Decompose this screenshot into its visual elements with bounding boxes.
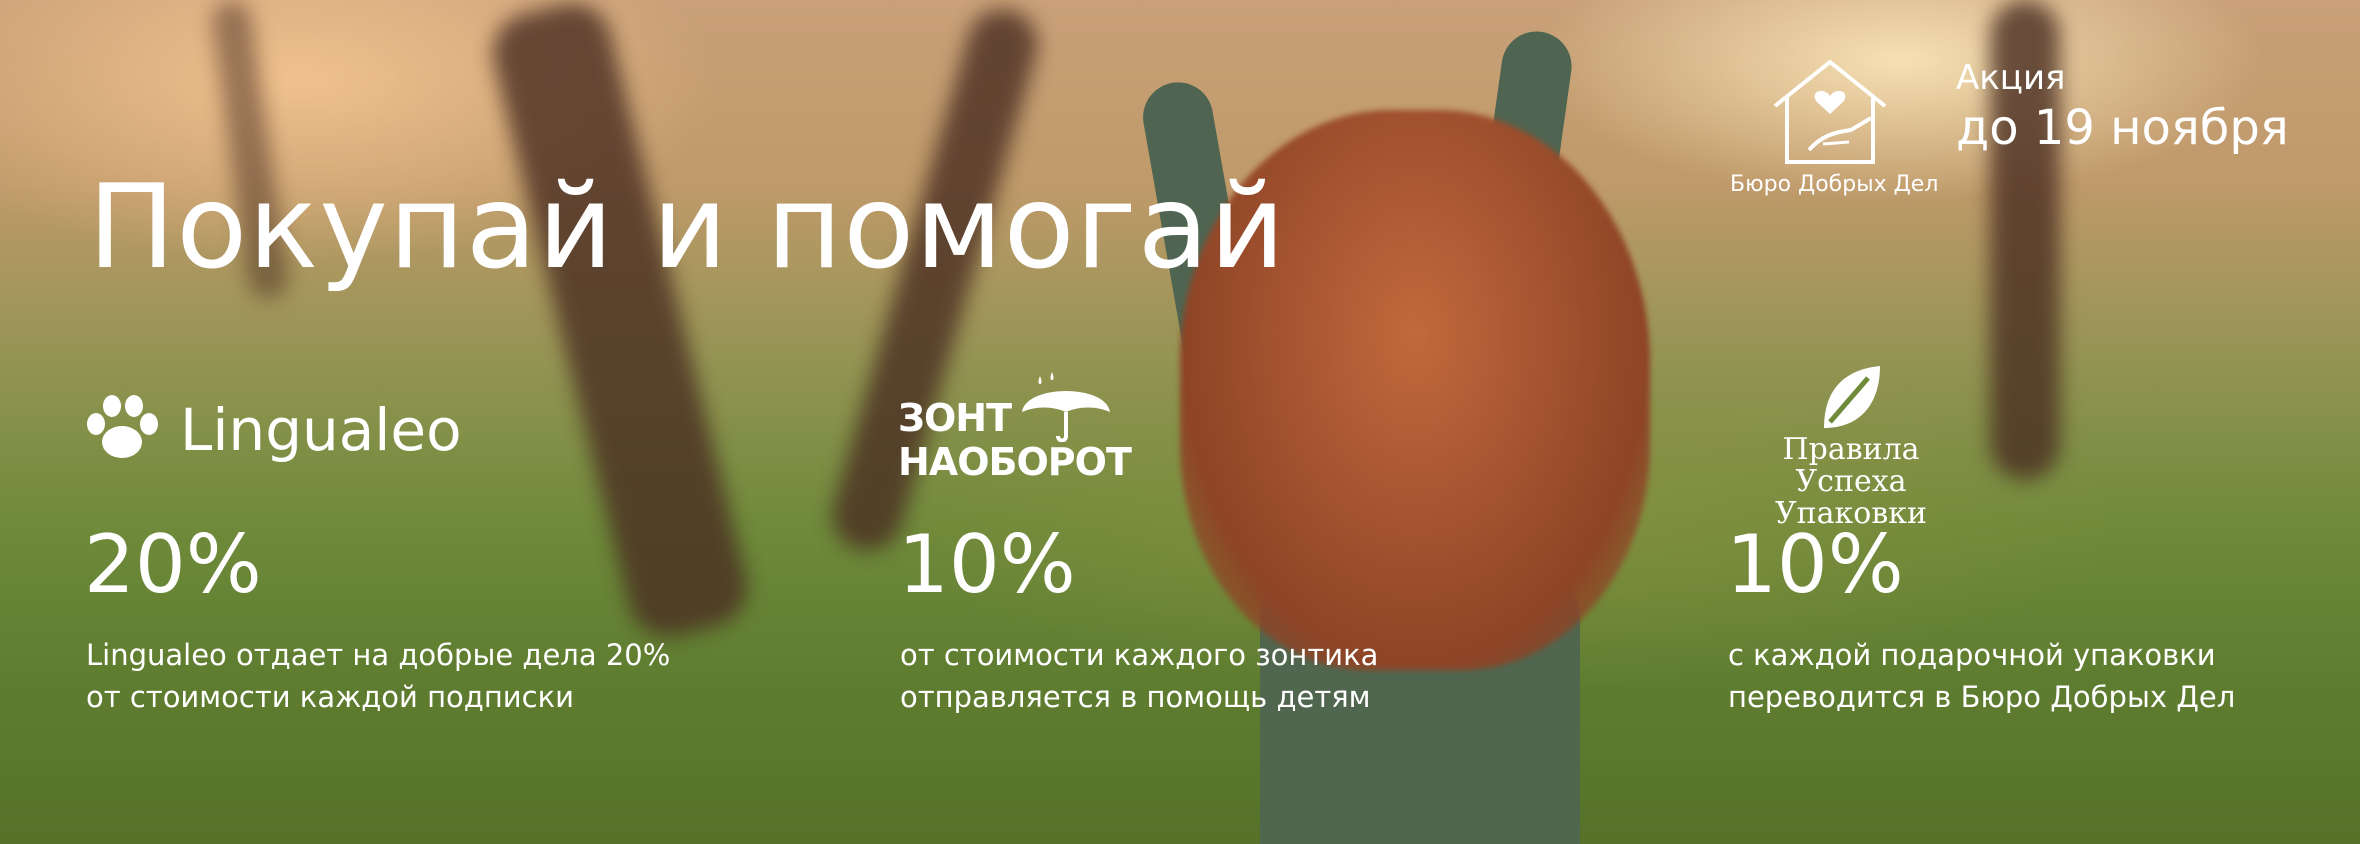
partner-percent: 10% <box>1726 518 1904 611</box>
promo-label: Акция <box>1956 58 2066 98</box>
leaf-icon <box>1824 366 1880 428</box>
partner-description: Lingualeo отдает на добрые дела 20% от с… <box>86 634 786 718</box>
promo-date: до 19 ноября <box>1956 100 2289 156</box>
partner-pravila-uspeha: Правила Успеха Упаковки 10% с каждой под… <box>1726 366 2235 714</box>
zont-logo-line1: ЗОНТ <box>898 396 1012 440</box>
promo-period: Акция до 19 ноября <box>1956 58 2289 156</box>
description-line: с каждой подарочной упаковки <box>1728 638 2216 672</box>
partner-description: от стоимости каждого зонтика отправляетс… <box>900 634 1600 718</box>
bureau-name: Бюро Добрых Дел <box>1730 172 1939 197</box>
background-tree-trunk <box>484 0 756 646</box>
partner-description: с каждой подарочной упаковки переводится… <box>1728 634 2360 718</box>
pravila-logo-line1: Правила Успеха <box>1782 432 1920 499</box>
description-line: от стоимости каждой подписки <box>86 680 574 714</box>
zont-logo-line2: НАОБОРОТ <box>898 440 1132 484</box>
house-heart-hand-icon <box>1773 59 1887 164</box>
description-line: отправляется в помощь детям <box>900 680 1371 714</box>
partner-percent: 20% <box>84 518 262 611</box>
description-line: переводится в Бюро Добрых Дел <box>1728 680 2236 714</box>
partner-percent: 10% <box>898 518 1076 611</box>
banner-title: Покупай и помогай <box>88 160 1287 295</box>
paw-icon <box>87 395 158 458</box>
description-line: от стоимости каждого зонтика <box>900 638 1379 672</box>
bureau-logo: Бюро Добрых Дел <box>1730 54 1939 197</box>
promo-banner: Покупай и помогай Бюро Добрых Дел Акция … <box>0 0 2360 844</box>
pravila-uspeha-logo: Правила Успеха Упаковки <box>1726 366 1976 530</box>
description-line: Lingualeo отдает на добрые дела 20% <box>86 638 671 672</box>
lingualeo-name: Lingualeo <box>180 396 462 464</box>
